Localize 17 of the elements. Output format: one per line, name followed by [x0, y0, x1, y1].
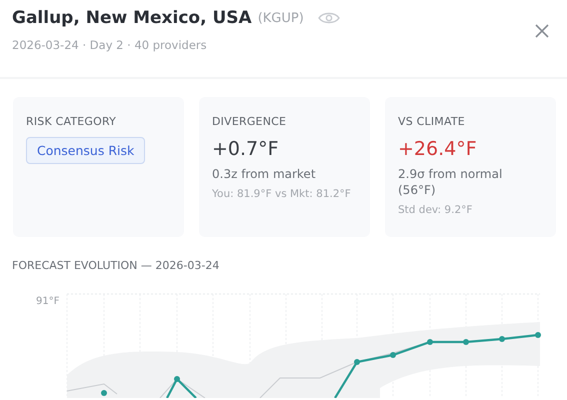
card-label: DIVERGENCE — [212, 115, 288, 128]
y-axis-label: 91°F — [36, 296, 60, 307]
metric-value: +0.7°F — [212, 138, 280, 160]
metric-detail: 0.3z from market — [212, 166, 317, 182]
eye-icon[interactable] — [318, 11, 340, 25]
station-code: (KGUP) — [258, 10, 304, 26]
location-title: Gallup, New Mexico, USA — [12, 8, 252, 28]
close-icon[interactable] — [535, 24, 549, 38]
forecast-subtitle: 2026-03-24 · Day 2 · 40 providers — [12, 38, 208, 52]
metric-value: +26.4°F — [398, 138, 478, 160]
risk-badge: Consensus Risk — [26, 137, 146, 164]
metric-note: Std dev: 9.2°F — [398, 204, 474, 216]
card-label: VS CLIMATE — [398, 115, 466, 128]
metric-note: You: 81.9°F vs Mkt: 81.2°F — [212, 188, 352, 200]
chart-title: FORECAST EVOLUTION — 2026-03-24 — [12, 259, 220, 272]
metric-detail: 2.9σ from normal (56°F) — [398, 166, 504, 198]
card-label: RISK CATEGORY — [26, 115, 118, 128]
